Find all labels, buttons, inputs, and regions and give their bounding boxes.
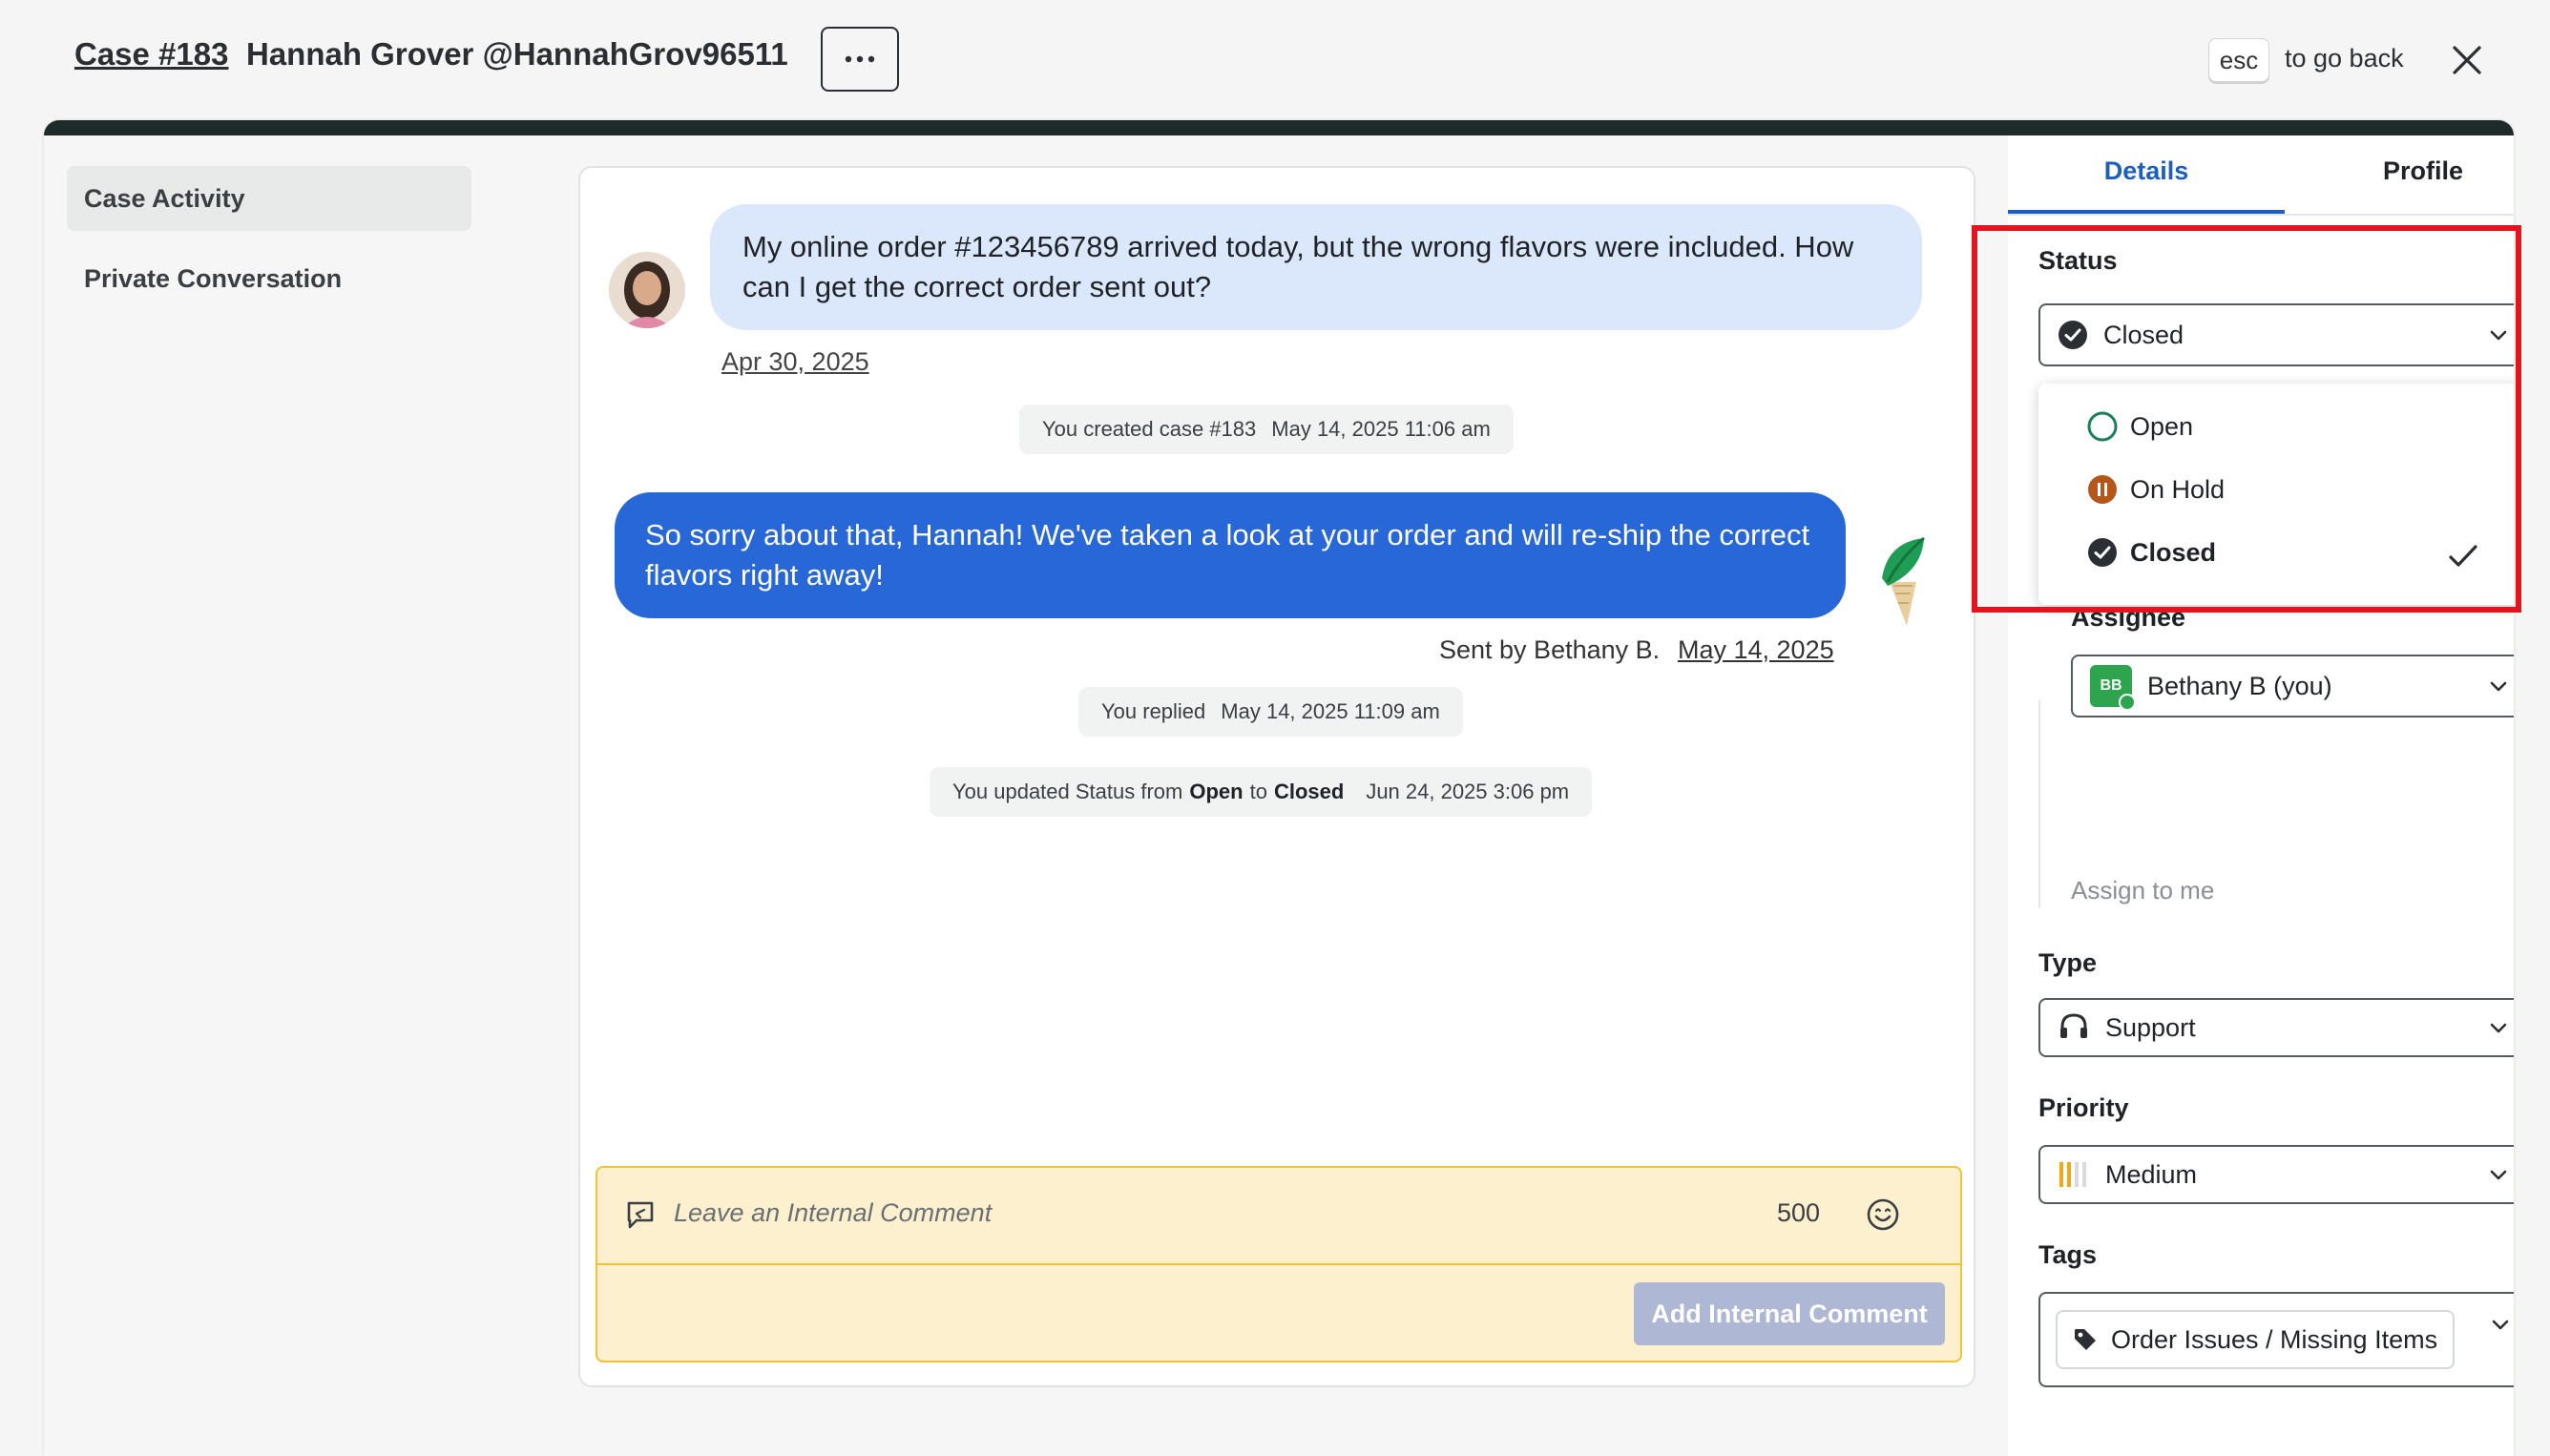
close-icon[interactable] [2451, 44, 2483, 76]
assignee-avatar: BB [2090, 665, 2136, 711]
system-event-status-change: You updated Status from Open to Closed J… [930, 767, 1593, 817]
nav-item-case-activity[interactable]: Case Activity [67, 166, 471, 231]
nav-item-private-conversation[interactable]: Private Conversation [67, 246, 471, 311]
frame-top-bar [44, 120, 2514, 135]
chevron-down-icon [2490, 1023, 2507, 1033]
tab-profile[interactable]: Profile [2285, 156, 2514, 210]
chevron-down-icon [2490, 681, 2507, 692]
type-value: Support [2105, 1012, 2196, 1042]
system-event-text: You created case #183 [1042, 417, 1257, 441]
status-change-to: Closed [1273, 780, 1345, 803]
highlight-annotation-box [1972, 225, 2521, 613]
conversation-area: My online order #123456789 arrived today… [502, 135, 2008, 1456]
more-options-button[interactable] [821, 27, 899, 92]
character-count: 500 [1777, 1198, 1821, 1227]
tag-icon [2075, 1329, 2096, 1350]
sent-by-label: Sent by Bethany B. [1439, 635, 1661, 664]
assign-to-me-link[interactable]: Assign to me [2071, 876, 2214, 905]
outgoing-message: So sorry about that, Hannah! We've taken… [615, 492, 1846, 618]
left-navigation: Case Activity Private Conversation [44, 135, 502, 1456]
headset-icon [2058, 1011, 2090, 1044]
comment-divider [597, 1263, 1960, 1265]
assignee-rail [2038, 700, 2040, 908]
agent-ice-cream-icon [1882, 536, 1925, 626]
system-event-time: May 14, 2025 11:06 am [1271, 417, 1491, 441]
chevron-down-icon [2492, 1320, 2509, 1330]
tab-details[interactable]: Details [2008, 156, 2285, 215]
customer-name: Hannah Grover @HannahGrov96511 [246, 36, 788, 72]
assignee-select[interactable]: BB Bethany B (you) [2071, 655, 2514, 718]
system-event-time: May 14, 2025 11:09 am [1221, 699, 1440, 723]
comment-icon [627, 1201, 654, 1229]
tags-label: Tags [2038, 1240, 2098, 1269]
system-event-time: Jun 24, 2025 3:06 pm [1366, 780, 1570, 803]
emoji-icon[interactable] [1865, 1196, 1901, 1233]
status-change-from: Open [1189, 780, 1244, 803]
system-event-created: You created case #183 May 14, 2025 11:06… [1019, 405, 1514, 454]
assignee-value: Bethany B (you) [2147, 671, 2332, 700]
tag-label: Order Issues / Missing Items [2111, 1324, 2438, 1354]
internal-comment-box: Leave an Internal Comment 500 Add Intern… [596, 1166, 1962, 1362]
tags-select[interactable]: Order Issues / Missing Items [2038, 1292, 2514, 1387]
priority-medium-icon [2058, 1160, 2090, 1189]
more-horizontal-icon [845, 55, 875, 63]
priority-label: Priority [2038, 1093, 2129, 1122]
outgoing-message-date[interactable]: May 14, 2025 [1678, 635, 1834, 665]
customer-photo-icon [609, 252, 685, 328]
customer-avatar [609, 252, 685, 328]
incoming-message-date[interactable]: Apr 30, 2025 [721, 347, 869, 377]
add-internal-comment-button[interactable]: Add Internal Comment [1634, 1282, 1945, 1345]
system-event-replied: You replied May 14, 2025 11:09 am [1078, 687, 1463, 737]
esc-key-badge: esc [2208, 38, 2269, 82]
system-event-text: You replied [1101, 699, 1206, 723]
type-label: Type [2038, 948, 2098, 977]
chevron-down-icon [2490, 1170, 2507, 1180]
esc-hint: to go back [2285, 44, 2404, 73]
type-select[interactable]: Support [2038, 998, 2514, 1057]
conversation-panel: My online order #123456789 arrived today… [578, 166, 1975, 1387]
tag-chip[interactable]: Order Issues / Missing Items [2056, 1310, 2456, 1369]
priority-value: Medium [2105, 1159, 2198, 1189]
status-change-prefix: You updated Status from [952, 780, 1183, 803]
internal-comment-input[interactable]: Leave an Internal Comment [674, 1198, 992, 1228]
status-change-mid: to [1249, 780, 1267, 803]
incoming-message: My online order #123456789 arrived today… [710, 204, 1922, 330]
case-link[interactable]: Case #183 [74, 36, 228, 73]
priority-select[interactable]: Medium [2038, 1145, 2514, 1204]
assignee-initials: BB [2090, 665, 2136, 711]
tab-divider [2008, 214, 2514, 216]
